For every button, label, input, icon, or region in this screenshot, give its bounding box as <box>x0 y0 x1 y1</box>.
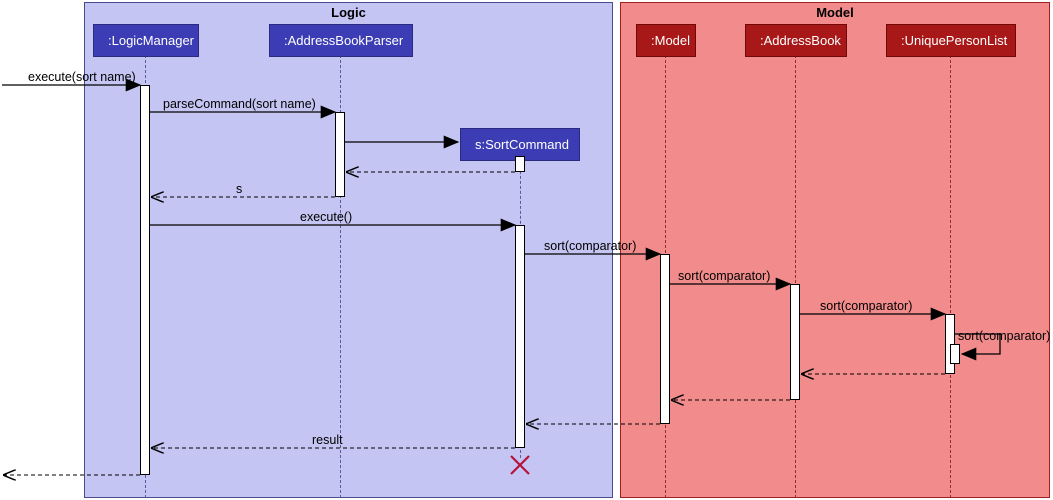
activation-sortcommand-2 <box>515 225 525 448</box>
participant-uniquepersonlist: :UniquePersonList <box>886 24 1016 57</box>
msg-sort-1: sort(comparator) <box>544 239 636 253</box>
frame-logic: Logic <box>84 2 613 498</box>
participant-model-label: :Model <box>651 33 690 48</box>
participant-addressbookparser: :AddressBookParser <box>269 24 413 57</box>
participant-logicmanager-label: :LogicManager <box>108 33 194 48</box>
msg-execute-sort-name: execute(sort name) <box>28 70 136 84</box>
activation-addressbook <box>790 284 800 400</box>
participant-addressbook: :AddressBook <box>745 24 847 57</box>
activation-uniquepersonlist-self <box>950 344 960 364</box>
frame-logic-label: Logic <box>331 5 366 20</box>
participant-model: :Model <box>636 24 696 57</box>
activation-logicmanager <box>140 85 150 475</box>
msg-return-s: s <box>236 182 242 196</box>
participant-uniquepersonlist-label: :UniquePersonList <box>901 33 1007 48</box>
participant-logicmanager: :LogicManager <box>93 24 199 57</box>
sequence-diagram: Logic Model :LogicManager :AddressBookPa… <box>0 0 1053 500</box>
lifeline-addressbook <box>795 55 796 498</box>
participant-addressbook-label: :AddressBook <box>760 33 841 48</box>
msg-sort-3: sort(comparator) <box>820 299 912 313</box>
lifeline-uniquepersonlist <box>950 55 951 498</box>
msg-sort-2: sort(comparator) <box>678 269 770 283</box>
frame-model-label: Model <box>816 5 854 20</box>
msg-execute: execute() <box>300 210 352 224</box>
activation-addressbookparser <box>335 112 345 197</box>
activation-model <box>660 254 670 424</box>
msg-result: result <box>312 433 343 447</box>
activation-sortcommand-1 <box>515 156 525 172</box>
msg-parsecommand: parseCommand(sort name) <box>163 97 316 111</box>
participant-sortcommand-label: s:SortCommand <box>475 137 569 152</box>
participant-addressbookparser-label: :AddressBookParser <box>284 33 403 48</box>
frame-model: Model <box>620 2 1050 498</box>
msg-sort-4: sort(comparator) <box>958 329 1050 343</box>
